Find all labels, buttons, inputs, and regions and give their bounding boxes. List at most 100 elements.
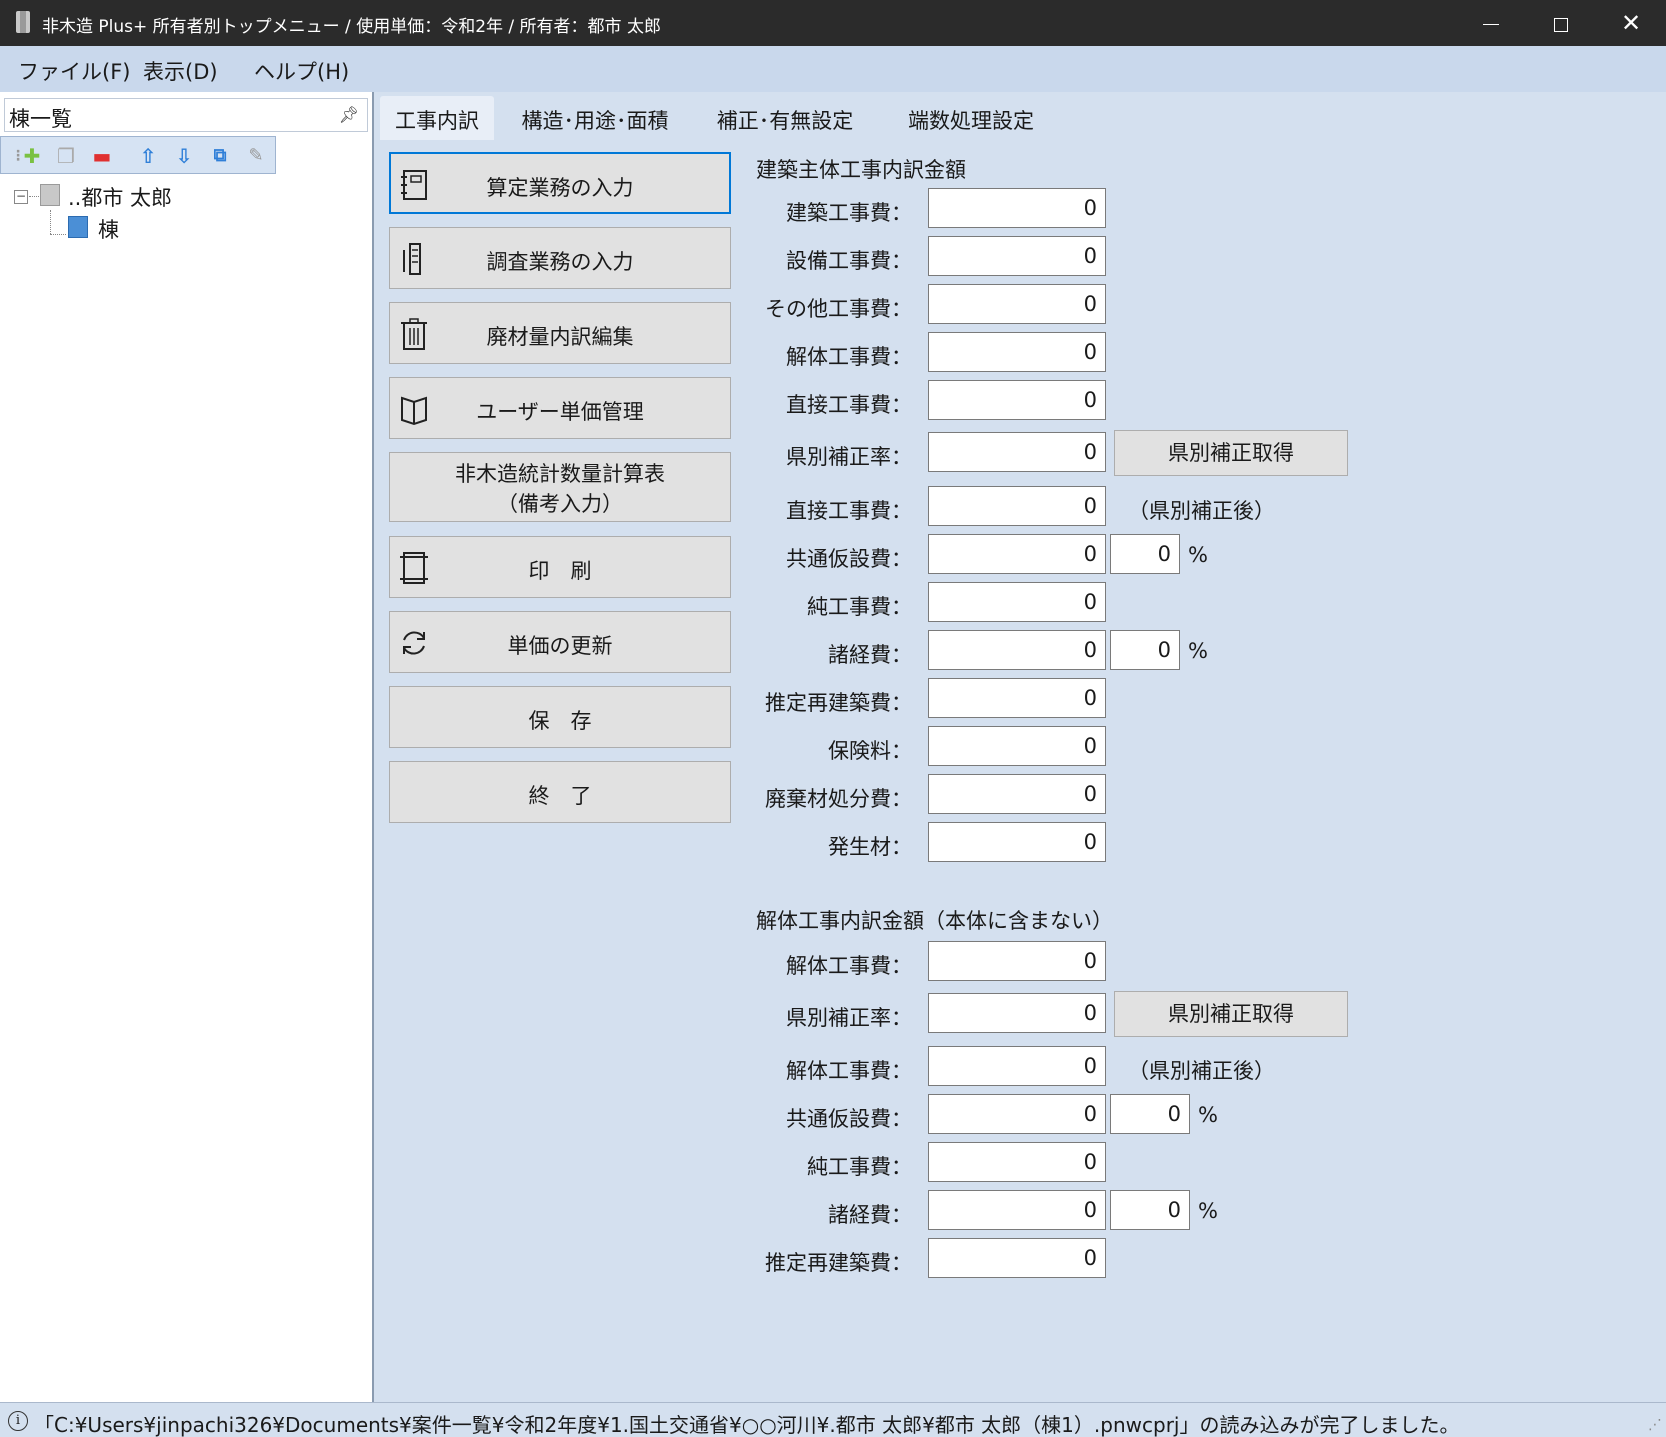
s1-generated-material-field[interactable]: 0 [928,822,1106,862]
s2-pref-rate-field[interactable]: 0 [928,993,1106,1033]
tab-structure-use-area[interactable]: 構造･用途･面積 [508,96,682,140]
s1-get-pref-correction-button[interactable]: 県別補正取得 [1114,430,1348,476]
s2-label-overhead: 諸経費： [828,1203,912,1227]
copy-icon[interactable]: ❐ [53,143,79,169]
stats-table-label-line1: 非木造統計数量計算表 [455,462,665,486]
s1-common-temp-percent-field[interactable]: 0 [1110,534,1180,574]
pin-icon[interactable]: 📌︎ [339,105,359,124]
panel-header: 棟一覧 📌︎ [4,98,368,132]
s1-label-waste-disposal: 廃棄材処分費： [765,787,912,811]
s1-other-cost-field[interactable]: 0 [928,284,1106,324]
s1-label-direct-corrected: 直接工事費： [786,499,912,523]
maximize-button[interactable] [1526,0,1596,46]
s2-net-cost-field[interactable]: 0 [928,1142,1106,1182]
tree-building-node[interactable]: 棟 [98,214,119,244]
tab-construction-breakdown[interactable]: 工事内訳 [380,96,494,140]
calc-input-button[interactable]: 算定業務の入力 [389,152,731,214]
s2-common-temp-percent-sign: % [1198,1103,1218,1127]
s2-label-pref-rate: 県別補正率： [786,1006,912,1030]
exit-button[interactable]: 終 了 [389,761,731,823]
tab-rounding-settings[interactable]: 端数処理設定 [888,96,1054,140]
tree-owner-node[interactable]: ..都市 太郎 [68,182,172,212]
s1-label-demolition: 解体工事費： [786,345,912,369]
s1-label-direct: 直接工事費： [786,393,912,417]
minimize-button[interactable] [1456,0,1526,46]
s2-label-rebuild: 推定再建築費： [765,1251,912,1275]
user-price-label: ユーザー単価管理 [476,400,644,424]
s2-after-correction-note: （県別補正後） [1128,1059,1275,1083]
print-label: 印 刷 [528,559,592,583]
tag-icon[interactable]: ✎ [243,143,269,169]
s1-insurance-field[interactable]: 0 [928,726,1106,766]
building-list-panel: 棟一覧 📌︎ ⋮ ✚ ❐ ▬ ⇧ ⇩ ⧉ ✎ − ..都市 太郎 棟 [0,92,374,1402]
s2-overhead-percent-sign: % [1198,1199,1218,1223]
survey-input-label: 調査業務の入力 [486,250,634,274]
owner-folder-icon [40,184,60,206]
save-button[interactable]: 保 存 [389,686,731,748]
s1-label-common-temp: 共通仮設費： [786,547,912,571]
s1-label-overhead: 諸経費： [828,643,912,667]
add-icon[interactable]: ✚ [19,143,45,169]
s1-rebuild-cost-field[interactable]: 0 [928,678,1106,718]
s2-demolition-corrected-field[interactable]: 0 [928,1046,1106,1086]
s1-common-temp-field[interactable]: 0 [928,534,1106,574]
menu-view[interactable]: 表示(D) [143,56,218,86]
s1-net-cost-field[interactable]: 0 [928,582,1106,622]
title-bar: 非木造 Plus+ 所有者別トップメニュー / 使用単価：令和2年 / 所有者：… [0,0,1666,46]
maximize-icon [1554,17,1568,32]
s1-label-insurance: 保険料： [828,739,912,763]
tab-correction-settings[interactable]: 補正･有無設定 [702,96,868,140]
s2-label-net: 純工事費： [807,1155,912,1179]
tree-collapse-icon[interactable]: − [14,190,28,204]
user-price-button[interactable]: ユーザー単価管理 [389,377,731,439]
s2-overhead-percent-field[interactable]: 0 [1110,1190,1190,1230]
s2-overhead-field[interactable]: 0 [928,1190,1106,1230]
s2-get-pref-correction-button[interactable]: 県別補正取得 [1114,991,1348,1037]
menu-file[interactable]: ファイル(F) [18,56,130,86]
s1-common-temp-percent-sign: % [1188,543,1208,567]
s1-demolition-cost-field[interactable]: 0 [928,332,1106,372]
close-icon: ✕ [1620,9,1642,37]
status-message: 「C:¥Users¥jinpachi326¥Documents¥案件一覧¥令和2… [34,1413,1460,1437]
s1-label-net: 純工事費： [807,595,912,619]
waste-edit-label: 廃材量内訳編集 [486,325,634,349]
s2-common-temp-field[interactable]: 0 [928,1094,1106,1134]
panel-title: 棟一覧 [9,107,72,131]
section-demolition-breakdown-title: 解体工事内訳金額（本体に含まない） [756,909,1113,933]
stats-table-button[interactable]: 非木造統計数量計算表 （備考入力） [389,452,731,522]
tree-toolbar: ⋮ ✚ ❐ ▬ ⇧ ⇩ ⧉ ✎ [0,136,276,174]
tree-connector [29,196,39,197]
move-down-icon[interactable]: ⇩ [171,143,197,169]
s1-overhead-field[interactable]: 0 [928,630,1106,670]
resize-grip-icon[interactable]: ⋰ [1648,1417,1662,1433]
s1-waste-disposal-field[interactable]: 0 [928,774,1106,814]
building-icon [68,216,88,238]
update-price-button[interactable]: 単価の更新 [389,611,731,673]
s1-overhead-percent-sign: % [1188,639,1208,663]
stats-table-label-line2: （備考入力） [497,492,623,516]
save-label: 保 存 [528,709,592,733]
app-icon [16,11,30,33]
move-up-icon[interactable]: ⇧ [135,143,161,169]
s2-rebuild-cost-field[interactable]: 0 [928,1238,1106,1278]
rename-icon[interactable]: ⧉ [207,143,233,169]
update-price-label: 単価の更新 [507,634,613,658]
waste-edit-button[interactable]: 廃材量内訳編集 [389,302,731,364]
print-button[interactable]: 印 刷 [389,536,731,598]
s1-pref-rate-field[interactable]: 0 [928,432,1106,472]
s2-common-temp-percent-field[interactable]: 0 [1110,1094,1190,1134]
s1-building-cost-field[interactable]: 0 [928,188,1106,228]
survey-input-button[interactable]: 調査業務の入力 [389,227,731,289]
remove-icon[interactable]: ▬ [89,143,115,169]
s1-direct-corrected-field[interactable]: 0 [928,486,1106,526]
info-icon: i [8,1411,28,1431]
status-bar: i 「C:¥Users¥jinpachi326¥Documents¥案件一覧¥令… [0,1402,1666,1437]
minimize-icon [1483,24,1499,25]
s1-overhead-percent-field[interactable]: 0 [1110,630,1180,670]
s1-equipment-cost-field[interactable]: 0 [928,236,1106,276]
menu-help[interactable]: ヘルプ(H) [254,56,349,86]
s2-label-demolition-corrected: 解体工事費： [786,1059,912,1083]
close-button[interactable]: ✕ [1596,0,1666,46]
s2-demolition-cost-field[interactable]: 0 [928,941,1106,981]
s1-direct-cost-field[interactable]: 0 [928,380,1106,420]
